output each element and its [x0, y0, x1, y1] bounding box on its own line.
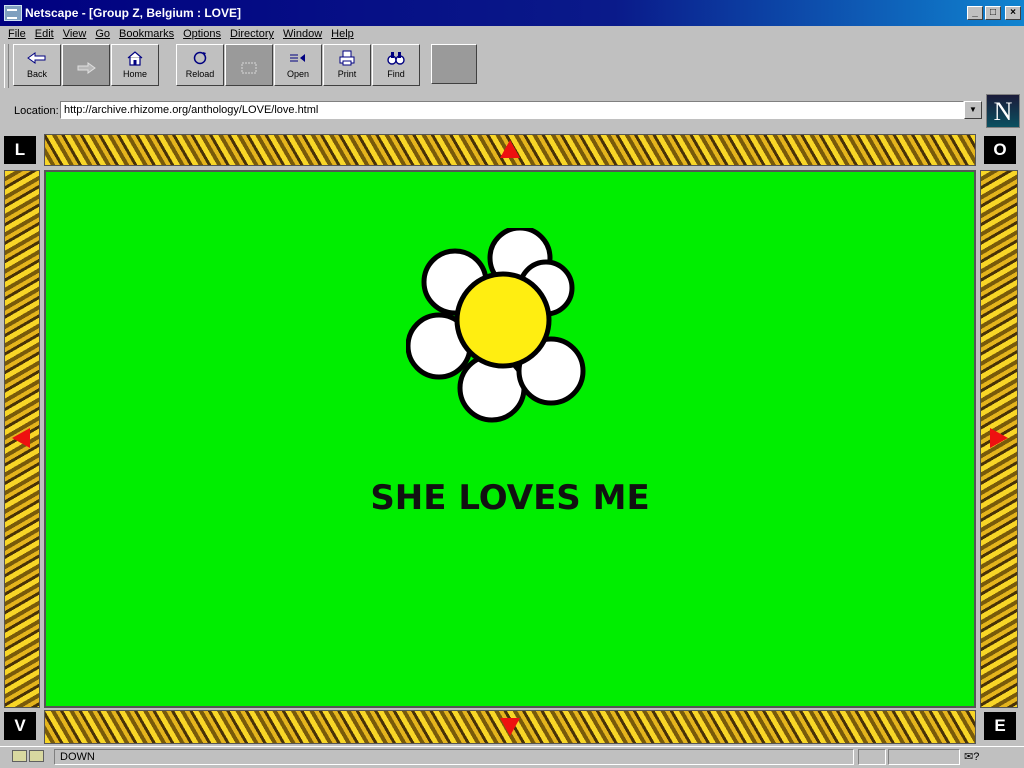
open-icon — [287, 50, 309, 66]
daisy-flower-icon — [406, 228, 586, 423]
back-button[interactable]: Back — [13, 44, 61, 86]
maximize-button[interactable]: □ — [985, 6, 1001, 20]
location-label: Location: — [14, 105, 59, 117]
printer-icon — [336, 50, 358, 66]
home-icon — [124, 50, 146, 66]
page-content: L O V E SHE LOVES ME — [0, 134, 1024, 746]
menu-file[interactable]: File — [8, 28, 26, 40]
progress-segment — [888, 749, 960, 765]
window-controls: _ □ × — [967, 6, 1021, 20]
home-button[interactable]: Home — [111, 44, 159, 86]
corner-letter-l: L — [4, 136, 36, 164]
corner-letter-e: E — [984, 712, 1016, 740]
menu-bookmarks[interactable]: Bookmarks — [119, 28, 174, 40]
open-button[interactable]: Open — [274, 44, 322, 86]
status-text: DOWN — [54, 749, 854, 765]
open-label: Open — [286, 69, 310, 79]
home-label: Home — [122, 69, 147, 79]
minimize-button[interactable]: _ — [967, 6, 983, 20]
menu-go[interactable]: Go — [95, 28, 110, 40]
mail-icon[interactable]: ✉? — [964, 750, 979, 763]
headline-text: SHE LOVES ME — [370, 478, 650, 518]
window-title: Netscape - [Group Z, Belgium : LOVE] — [25, 6, 242, 20]
reload-icon — [189, 50, 211, 66]
netscape-logo[interactable]: N — [986, 94, 1020, 128]
print-label: Print — [337, 69, 357, 79]
toolbar-grip[interactable] — [4, 44, 9, 88]
location-bar: Location: http://archive.rhizome.org/ant… — [0, 98, 1024, 128]
load-images-button[interactable] — [225, 44, 273, 86]
status-bar: DOWN ✉? — [0, 746, 1024, 768]
corner-letter-v: V — [4, 712, 36, 740]
title-bar[interactable]: Netscape - [Group Z, Belgium : LOVE] _ □… — [0, 0, 1024, 26]
menu-help[interactable]: Help — [331, 28, 354, 40]
status-segment — [858, 749, 886, 765]
find-button[interactable]: Find — [372, 44, 420, 86]
forward-button[interactable] — [62, 44, 110, 86]
reload-button[interactable]: Reload — [176, 44, 224, 86]
reload-label: Reload — [185, 69, 215, 79]
netscape-app-icon[interactable] — [4, 5, 22, 21]
menu-window[interactable]: Window — [283, 28, 322, 40]
menu-directory[interactable]: Directory — [230, 28, 274, 40]
back-arrow-icon — [26, 50, 48, 66]
back-label: Back — [26, 69, 47, 79]
down-arrow-icon[interactable] — [500, 718, 520, 736]
menu-view[interactable]: View — [63, 28, 87, 40]
menu-edit[interactable]: Edit — [35, 28, 54, 40]
url-input[interactable]: http://archive.rhizome.org/anthology/LOV… — [60, 101, 964, 119]
stop-button[interactable] — [431, 44, 477, 84]
close-button[interactable]: × — [1005, 6, 1021, 20]
love-panel: SHE LOVES ME — [44, 170, 976, 708]
menu-options[interactable]: Options — [183, 28, 221, 40]
find-label: Find — [387, 69, 405, 79]
up-arrow-icon[interactable] — [500, 140, 520, 158]
binoculars-icon — [385, 50, 407, 66]
images-icon — [238, 60, 260, 76]
print-button[interactable]: Print — [323, 44, 371, 86]
url-dropdown-button[interactable]: ▼ — [964, 101, 982, 119]
security-key-icon[interactable] — [12, 750, 46, 764]
corner-letter-o: O — [984, 136, 1016, 164]
forward-arrow-icon — [75, 60, 97, 76]
right-arrow-icon[interactable] — [990, 428, 1008, 448]
navigation-toolbar: Back Home Reload Open Print Find — [4, 44, 478, 90]
left-arrow-icon[interactable] — [12, 428, 30, 448]
menu-bar: File Edit View Go Bookmarks Options Dire… — [0, 26, 1024, 42]
